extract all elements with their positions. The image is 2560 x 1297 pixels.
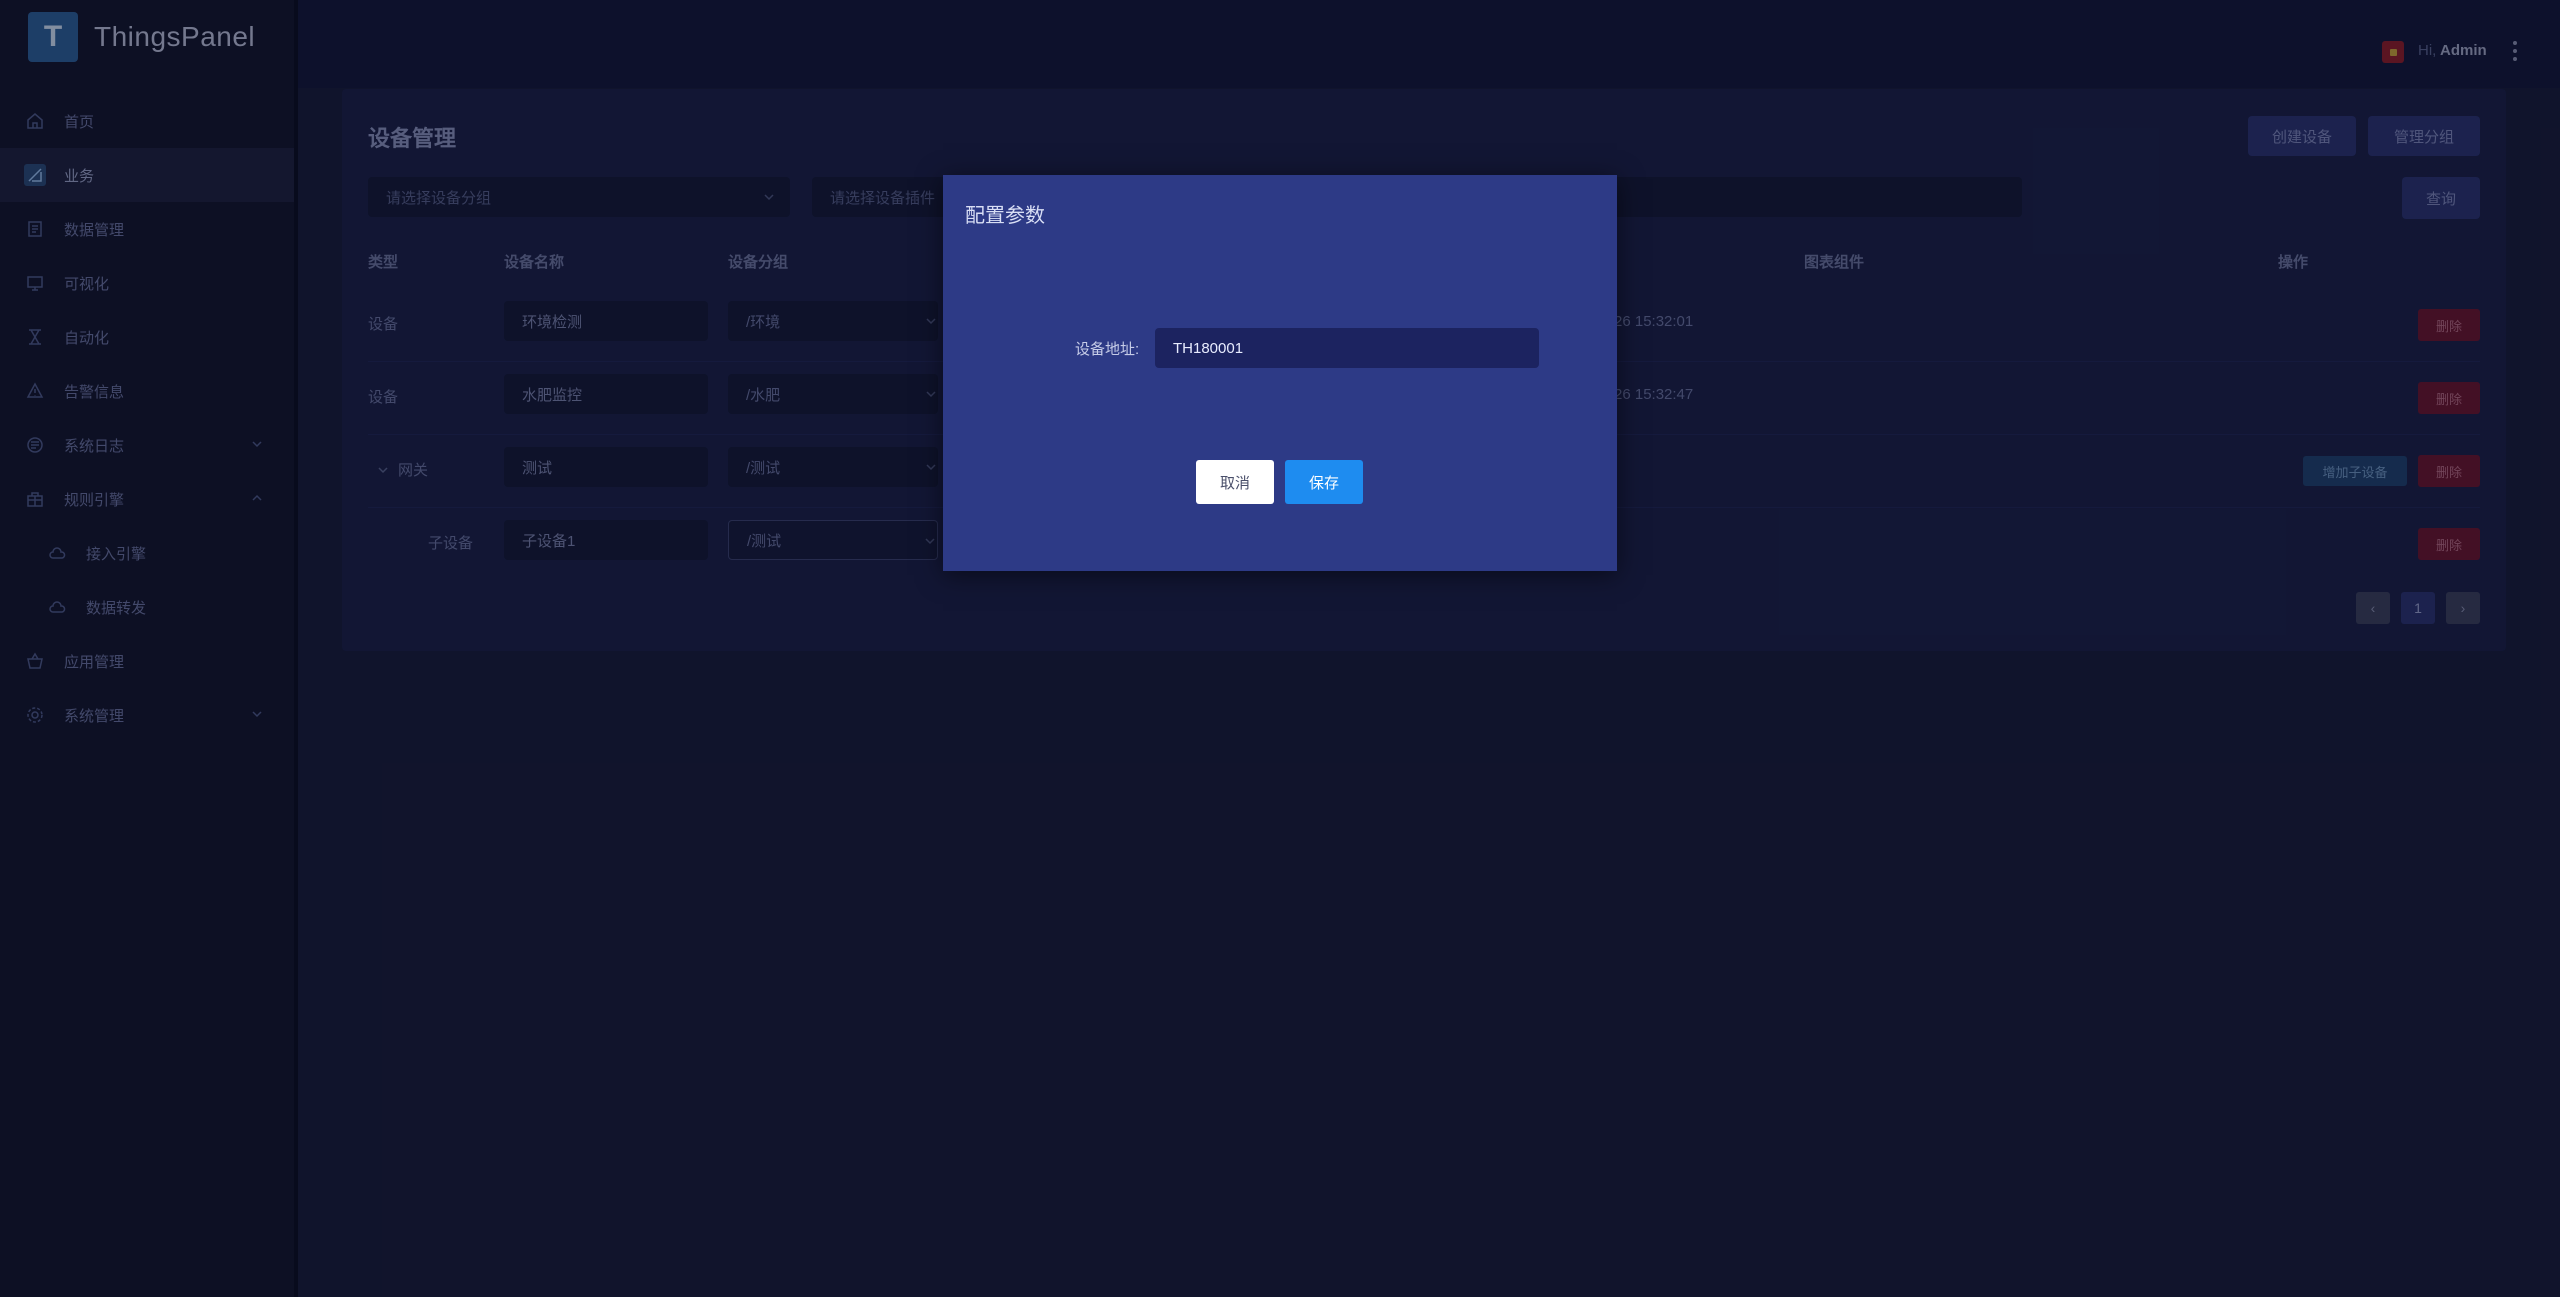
device-address-label: 设备地址: <box>1075 341 1140 358</box>
device-address-input[interactable]: TH180001 <box>1155 328 1539 368</box>
modal-title: 配置参数 <box>965 205 1045 227</box>
cancel-button[interactable]: 取消 <box>1196 460 1274 504</box>
save-button[interactable]: 保存 <box>1285 460 1363 504</box>
config-params-modal: 配置参数 设备地址: TH180001 取消 保存 <box>943 175 1617 571</box>
